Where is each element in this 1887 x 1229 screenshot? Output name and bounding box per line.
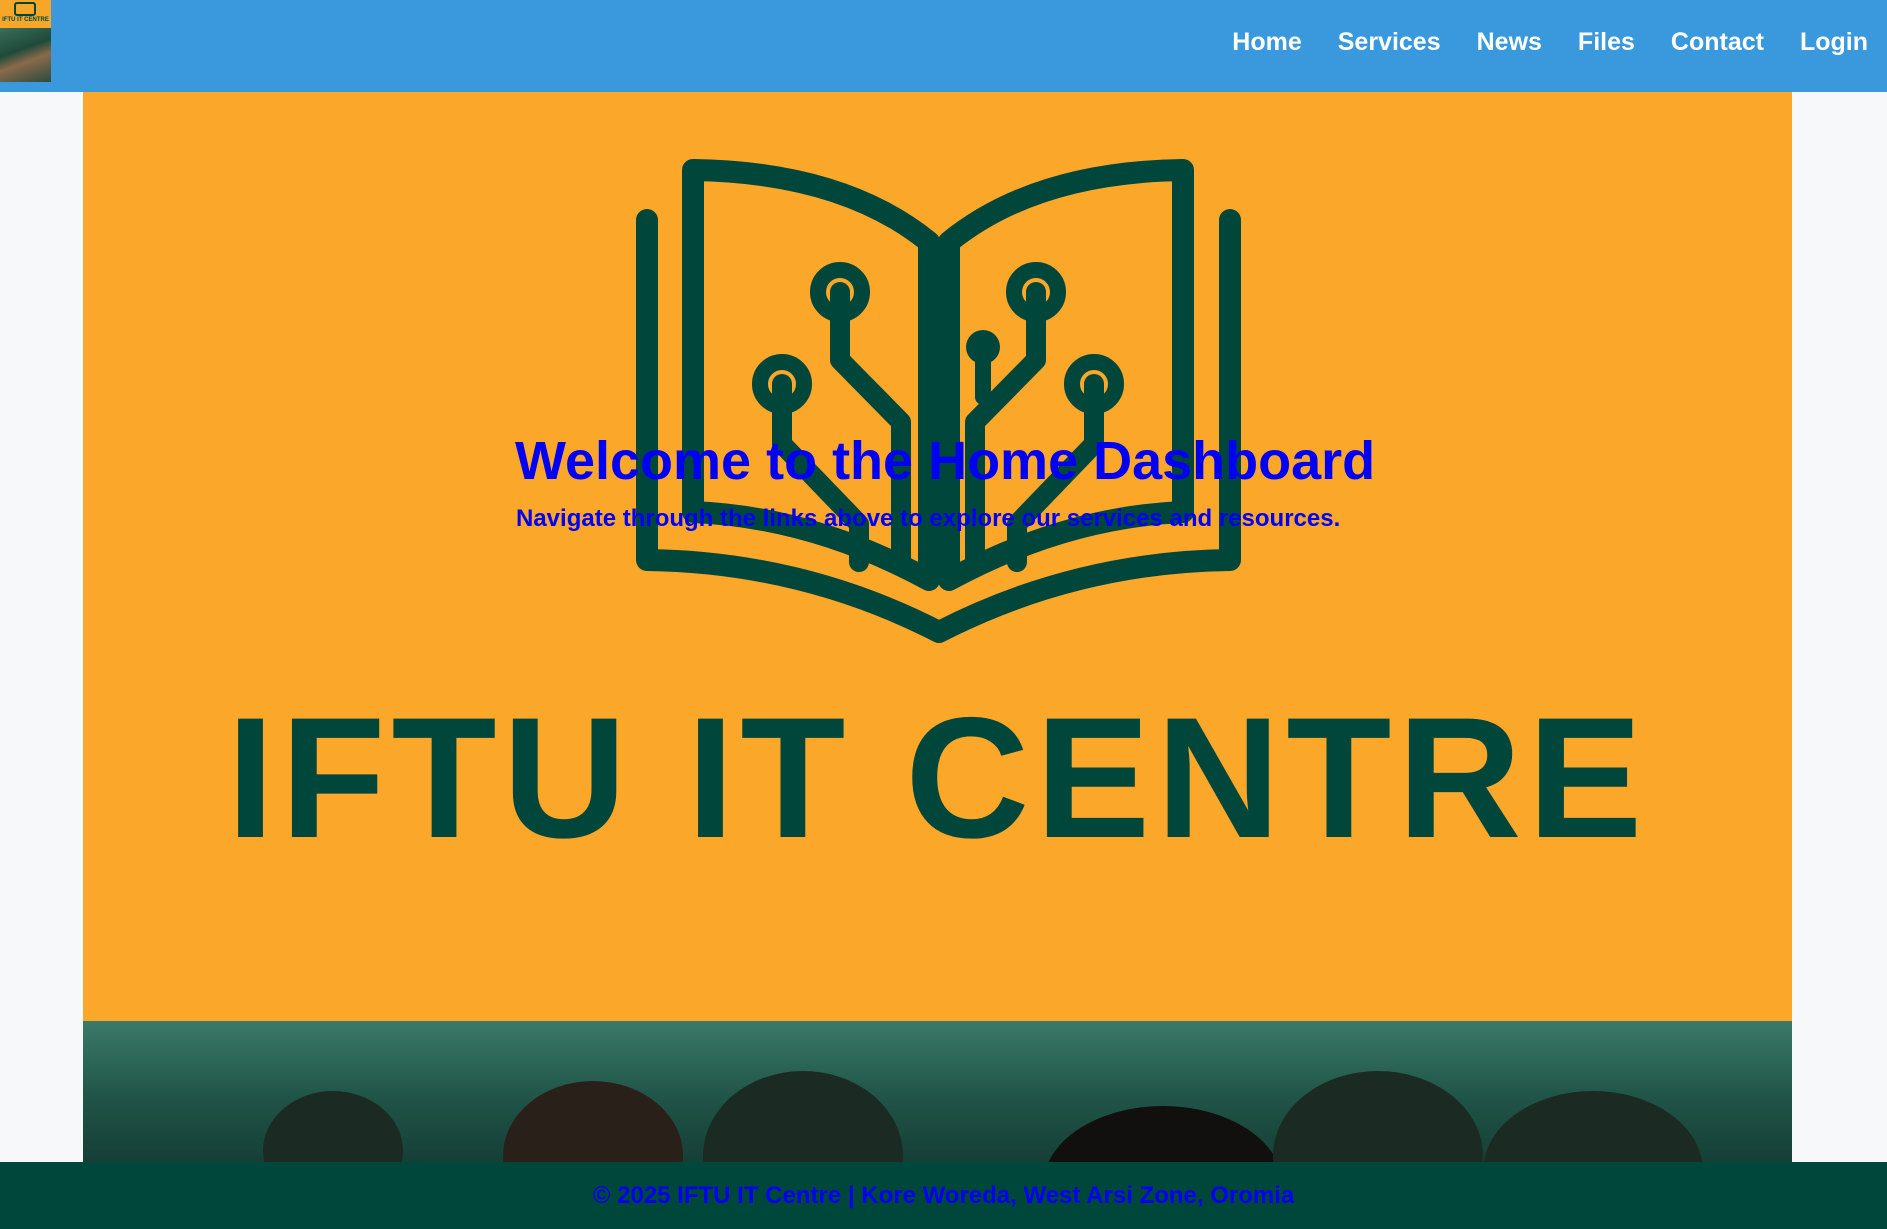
page-subtitle: Navigate through the links above to expl… — [516, 505, 1341, 532]
nav-link-contact[interactable]: Contact — [1671, 28, 1764, 57]
nav-link-home[interactable]: Home — [1232, 28, 1301, 57]
logo-photo — [0, 28, 51, 82]
nav-link-news[interactable]: News — [1477, 28, 1542, 57]
nav-links: Home Services News Files Contact Login — [1196, 0, 1868, 84]
logo-text: IFTU IT CENTRE — [2, 17, 49, 23]
top-navbar: IFTU IT CENTRE Home Services News Files … — [0, 0, 1887, 92]
footer-text: © 2025 IFTU IT Centre | Kore Woreda, Wes… — [592, 1181, 1295, 1209]
book-icon — [14, 2, 36, 16]
page-title: Welcome to the Home Dashboard — [515, 431, 1376, 491]
nav-link-services[interactable]: Services — [1338, 28, 1441, 57]
hero-banner: IFTU IT CENTRE Welcome to the Home Dashb… — [83, 92, 1792, 1162]
book-circuit-icon — [636, 159, 1241, 643]
hero-brand-text: IFTU IT CENTRE — [226, 682, 1649, 874]
site-logo[interactable]: IFTU IT CENTRE — [0, 0, 51, 82]
students-photo — [83, 1021, 1792, 1162]
site-footer: © 2025 IFTU IT Centre | Kore Woreda, Wes… — [0, 1162, 1887, 1229]
nav-link-files[interactable]: Files — [1578, 28, 1635, 57]
nav-link-login[interactable]: Login — [1800, 28, 1868, 57]
